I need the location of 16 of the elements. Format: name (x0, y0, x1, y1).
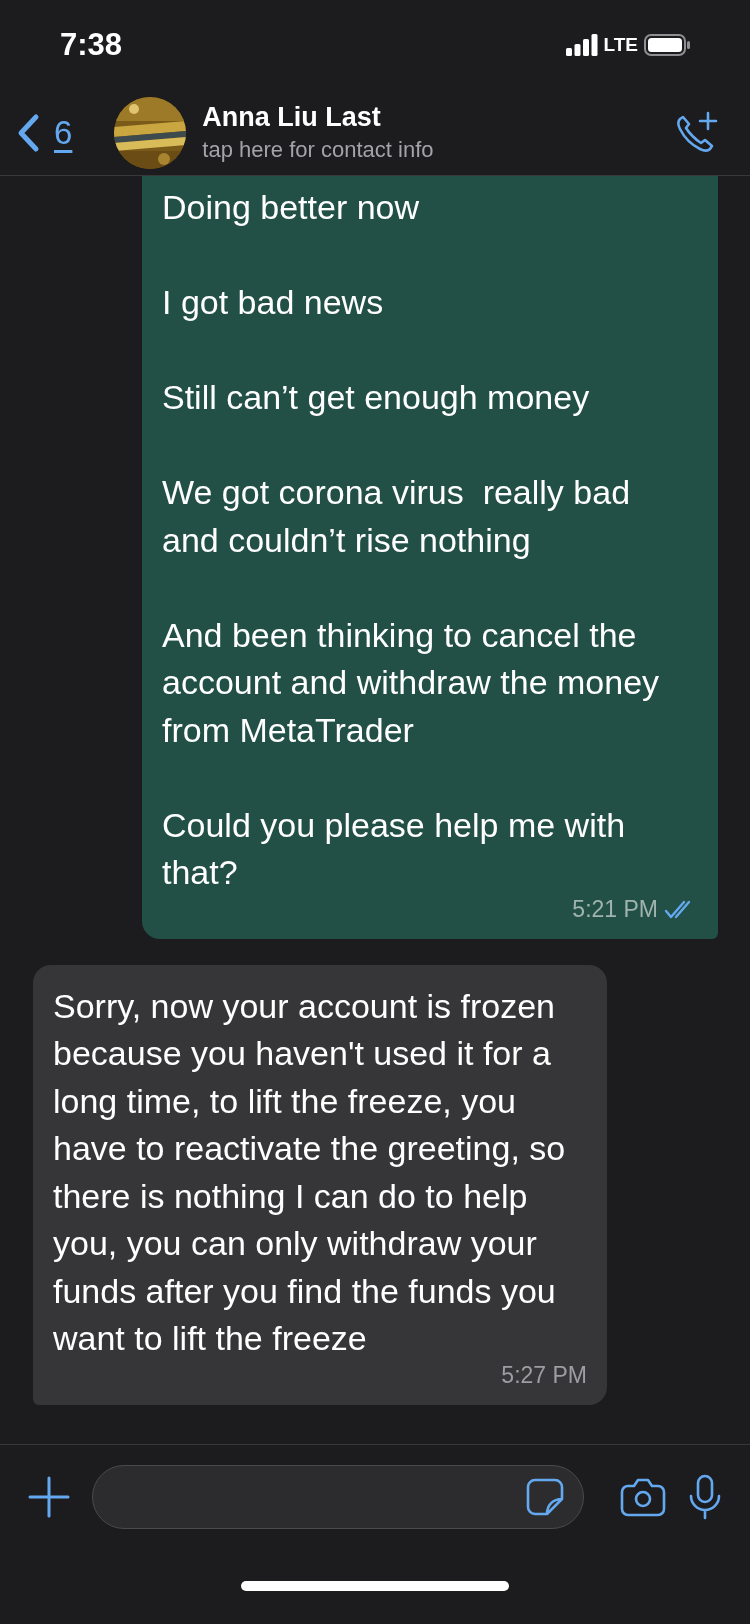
message-time: 5:21 PM (572, 896, 658, 923)
sticker-icon[interactable] (525, 1476, 565, 1517)
message-text: Doing better now I got bad news Still can’t get enough money We got corona virus really bad and couldn’t rise nothing And been thinking to cancel the account and withdraw the money from MetaTrader Could you please help me with that? (162, 187, 661, 893)
back-icon[interactable] (16, 112, 40, 153)
microphone-icon[interactable] (688, 1473, 722, 1520)
message-text: Sorry, now your account is frozen because you haven't used it for a long time, to lift the freeze, you have to reactivate the greeting, so there is nothing I can do to help you, you can only withdraw your funds after you find the funds you want to lift the freeze (53, 985, 567, 1359)
back-button[interactable]: 6 (16, 112, 73, 153)
network-label: LTE (603, 34, 638, 56)
plus-icon[interactable] (28, 1475, 70, 1518)
signal-icon (565, 34, 598, 56)
contact-name[interactable]: Anna Liu Last (202, 102, 672, 133)
message-time: 5:27 PM (501, 1362, 587, 1389)
contact-subtitle[interactable]: tap here for contact info (202, 137, 672, 163)
battery-icon (644, 34, 690, 56)
status-time: 7:38 (60, 27, 123, 63)
camera-icon[interactable] (620, 1476, 666, 1517)
